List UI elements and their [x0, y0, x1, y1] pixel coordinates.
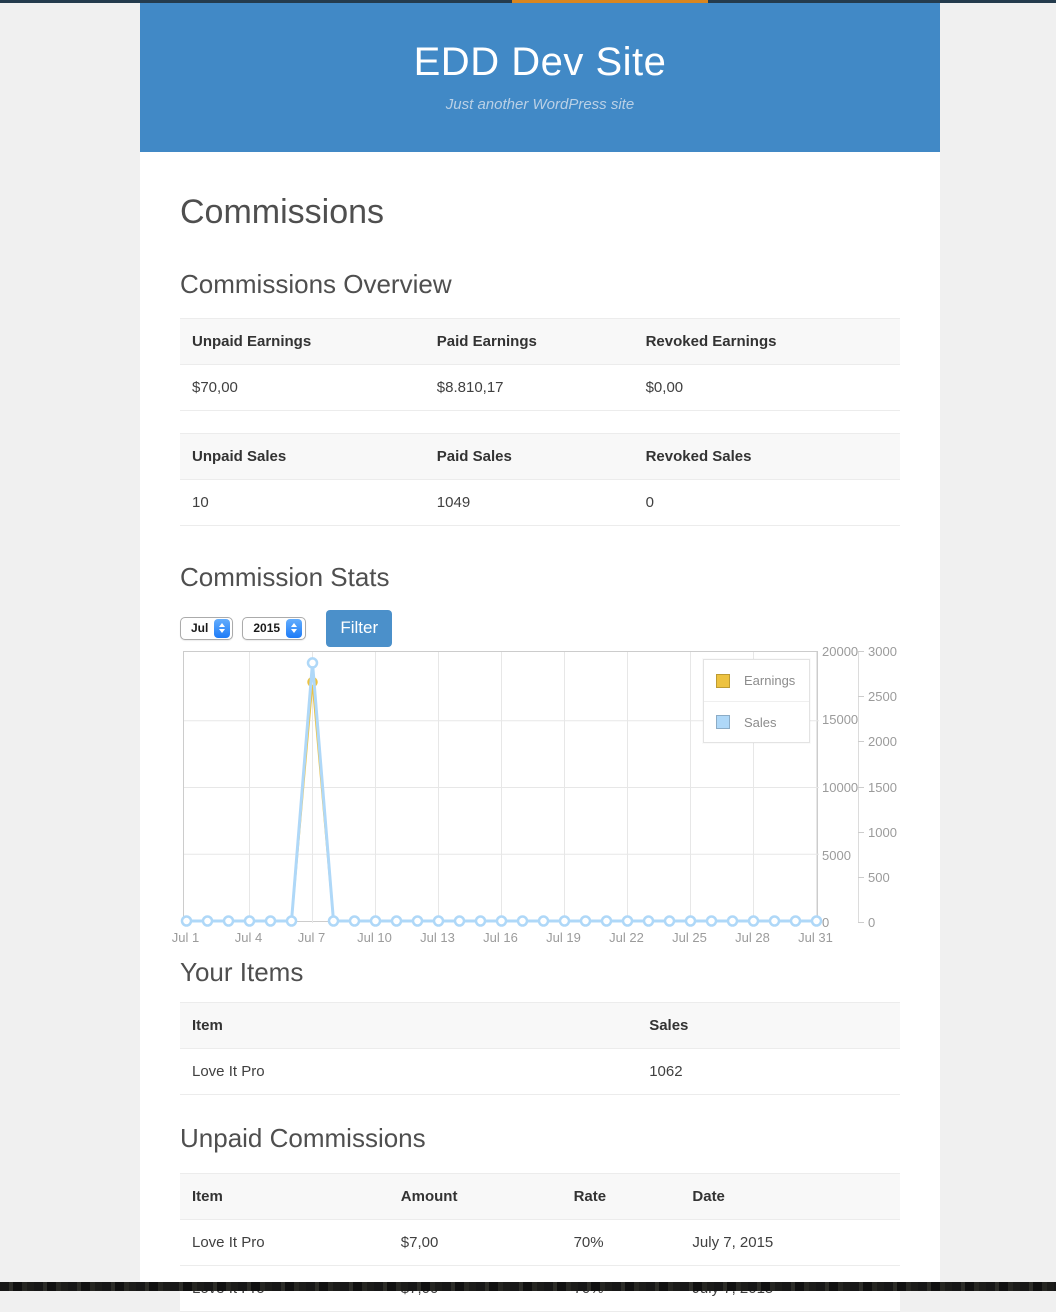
- right-axis-tick: 2500: [868, 689, 897, 705]
- stats-filter-row: Jul 2015 Filter: [180, 609, 900, 647]
- right-axis-tick: 1000: [868, 825, 897, 841]
- year-select-value: 2015: [253, 621, 281, 636]
- x-axis-tick: Jul 4: [234, 930, 263, 946]
- table-header-row: Unpaid Sales Paid Sales Revoked Sales: [180, 433, 900, 480]
- left-axis-tick: 0: [822, 915, 830, 931]
- right-axis-tickmark: [858, 696, 864, 698]
- your-items-table: Item Sales Love It Pro 1062: [180, 1002, 900, 1096]
- col-header: Item: [180, 1173, 389, 1220]
- stepper-down-icon: [291, 629, 298, 634]
- top-accent-orange-segment: [512, 0, 708, 3]
- right-axis-tickmark: [858, 922, 864, 924]
- stats-heading: Commission Stats: [180, 561, 390, 592]
- legend-label: Earnings: [744, 673, 796, 689]
- chart-legend: Earnings Sales: [703, 659, 810, 744]
- table-row: Love It Pro 1062: [180, 1048, 900, 1096]
- commission-rate: 70%: [561, 1219, 681, 1266]
- site-header: EDD Dev Site Just another WordPress site: [140, 3, 940, 152]
- col-header: Amount: [388, 1173, 562, 1220]
- col-header: Rate: [561, 1173, 681, 1220]
- unpaid-commissions-heading: Unpaid Commissions: [180, 1123, 426, 1154]
- earnings-overview-table: Unpaid Earnings Paid Earnings Revoked Ea…: [180, 317, 900, 411]
- top-accent-bar: [0, 0, 1056, 3]
- x-axis-tick: Jul 28: [735, 930, 770, 946]
- col-header: Paid Sales: [424, 433, 634, 480]
- left-axis-tick: 20000: [822, 644, 859, 660]
- table-row: Love It Pro $7,00 70% July 7, 2015: [180, 1219, 900, 1266]
- unpaid-sales-value: 10: [180, 479, 425, 526]
- x-axis-tick: Jul 13: [420, 930, 455, 946]
- right-axis-tick: 2000: [868, 734, 897, 750]
- earnings-swatch-icon: [716, 673, 730, 688]
- commission-item: Love It Pro: [180, 1219, 389, 1266]
- col-header: Unpaid Sales: [180, 433, 425, 480]
- x-axis-tick: Jul 10: [357, 930, 392, 946]
- right-axis-tickmark: [858, 651, 864, 653]
- x-axis-tick: Jul 25: [672, 930, 707, 946]
- table-header-row: Item Amount Rate Date: [180, 1173, 900, 1220]
- right-axis-tick: 1500: [868, 780, 897, 796]
- commission-stats-chart: 20000 15000 10000 5000 0 3000 2500 2000 …: [172, 644, 900, 949]
- item-sales: 1062: [637, 1048, 900, 1096]
- sales-swatch-icon: [716, 715, 730, 730]
- table-header-row: Item Sales: [180, 1002, 900, 1050]
- revoked-earnings-value: $0,00: [633, 364, 900, 411]
- overview-heading: Commissions Overview: [180, 268, 452, 299]
- col-header: Revoked Sales: [633, 433, 900, 480]
- table-row: 10 1049 0: [180, 479, 900, 526]
- unpaid-earnings-value: $70,00: [180, 364, 425, 411]
- x-axis-tick: Jul 22: [609, 930, 644, 946]
- x-axis-tick: Jul 1: [171, 930, 200, 946]
- commission-date: July 7, 2015: [680, 1219, 900, 1266]
- filter-button[interactable]: Filter: [326, 609, 393, 647]
- col-header: Paid Earnings: [424, 318, 634, 365]
- table-row: $70,00 $8.810,17 $0,00: [180, 364, 900, 411]
- sales-overview-table: Unpaid Sales Paid Sales Revoked Sales 10…: [180, 432, 900, 526]
- legend-item-sales: Sales: [704, 701, 809, 742]
- x-axis-tick: Jul 19: [546, 930, 581, 946]
- main-content: Commissions Commissions Overview Unpaid …: [140, 192, 940, 1312]
- revoked-sales-value: 0: [633, 479, 900, 526]
- right-axis-tickmark: [858, 787, 864, 789]
- left-axis-tick: 10000: [822, 780, 859, 796]
- stepper-up-icon: [219, 623, 226, 628]
- col-header: Item: [180, 1002, 638, 1050]
- right-axis-tickmark: [858, 877, 864, 879]
- col-header: Date: [680, 1173, 900, 1220]
- paid-sales-value: 1049: [424, 479, 634, 526]
- site-tagline: Just another WordPress site: [445, 96, 635, 113]
- right-axis-tick: 500: [868, 870, 890, 886]
- site-title[interactable]: EDD Dev Site: [140, 3, 940, 85]
- year-select[interactable]: 2015: [242, 616, 307, 640]
- item-name: Love It Pro: [180, 1048, 638, 1096]
- paid-earnings-value: $8.810,17: [424, 364, 634, 411]
- your-items-heading: Your Items: [180, 957, 304, 988]
- page-title: Commissions: [180, 193, 385, 231]
- month-select-value: Jul: [191, 621, 209, 636]
- select-stepper-icon: [214, 618, 231, 638]
- stepper-down-icon: [219, 629, 226, 634]
- month-select[interactable]: Jul: [180, 616, 234, 640]
- right-axis-tickmark: [858, 741, 864, 743]
- col-header: Sales: [637, 1002, 900, 1050]
- x-axis-tick: Jul 7: [297, 930, 326, 946]
- legend-label: Sales: [744, 714, 777, 730]
- right-axis-tick: 0: [868, 915, 876, 931]
- right-axis-tick: 3000: [868, 644, 897, 660]
- legend-item-earnings: Earnings: [704, 660, 809, 701]
- col-header: Unpaid Earnings: [180, 318, 425, 365]
- stepper-up-icon: [291, 623, 298, 628]
- left-axis-tick: 5000: [822, 848, 851, 864]
- x-axis-tick: Jul 31: [798, 930, 833, 946]
- footer-image-strip: [0, 1282, 1056, 1291]
- select-stepper-icon: [286, 618, 303, 638]
- left-axis-tick: 15000: [822, 712, 859, 728]
- page-column: EDD Dev Site Just another WordPress site…: [140, 3, 940, 1312]
- right-axis-tickmark: [858, 832, 864, 834]
- x-axis-tick: Jul 16: [483, 930, 518, 946]
- table-header-row: Unpaid Earnings Paid Earnings Revoked Ea…: [180, 318, 900, 365]
- col-header: Revoked Earnings: [633, 318, 900, 365]
- commission-amount: $7,00: [388, 1219, 562, 1266]
